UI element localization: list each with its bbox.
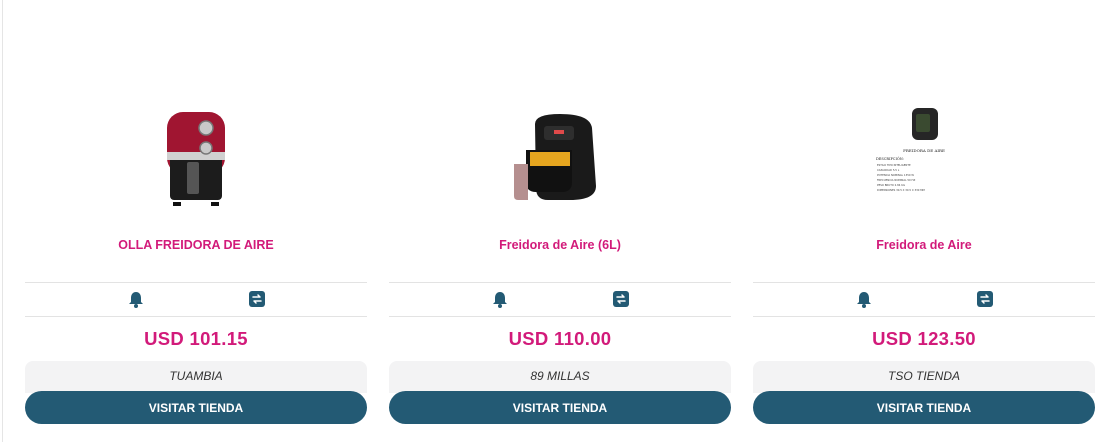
product-price: USD 101.15 (144, 328, 248, 349)
spec-subheading: DESCRIPCIÓN: (876, 156, 904, 161)
product-actions (389, 282, 731, 317)
product-title[interactable]: Freidora de Aire (6L) (389, 238, 731, 252)
product-grid: OLLA FREIDORA DE AIRE USD 101.15 TUAMBIA… (25, 0, 1095, 442)
store-name-box: TSO TIENDA (753, 361, 1095, 393)
air-fryer-spec-sheet-image: FREIDORA DE AIRE DESCRIPCIÓN: ESTILO TIP… (874, 103, 974, 212)
visit-store-button[interactable]: VISITAR TIENDA (389, 391, 731, 424)
compare-icon[interactable] (613, 291, 629, 307)
spec-bullet: PESO BRUTO 2.84 KG (877, 183, 905, 187)
product-image[interactable]: FREIDORA DE AIRE DESCRIPCIÓN: ESTILO TIP… (753, 95, 1095, 220)
product-title[interactable]: OLLA FREIDORA DE AIRE (25, 238, 367, 252)
product-image[interactable] (25, 95, 367, 220)
product-card: OLLA FREIDORA DE AIRE USD 101.15 TUAMBIA… (25, 0, 367, 442)
red-air-fryer-image (167, 111, 225, 206)
product-card: Freidora de Aire (6L) USD 110.00 89 MILL… (389, 0, 731, 442)
spec-bullet: DIMENSIONES 30.5 X 30.5 X 330 MM (877, 188, 925, 192)
black-air-fryer-image (514, 113, 596, 200)
bell-icon[interactable] (128, 291, 144, 308)
store-name: TUAMBIA (169, 369, 223, 383)
product-title[interactable]: Freidora de Aire (753, 238, 1095, 252)
product-actions (25, 282, 367, 317)
product-price: USD 123.50 (872, 328, 976, 349)
store-name-box: 89 MILLAS (389, 361, 731, 393)
visit-store-button[interactable]: VISITAR TIENDA (753, 391, 1095, 424)
compare-icon[interactable] (977, 291, 993, 307)
store-name-box: TUAMBIA (25, 361, 367, 393)
product-price: USD 110.00 (508, 328, 612, 349)
bell-icon[interactable] (856, 291, 872, 308)
spec-bullet: FRECUENCIA NOMINAL 50 HZ (877, 178, 915, 182)
compare-icon[interactable] (249, 291, 265, 307)
product-card: FREIDORA DE AIRE DESCRIPCIÓN: ESTILO TIP… (753, 0, 1095, 442)
product-actions (753, 282, 1095, 317)
spec-bullet: CAPACIDAD 5.5 L (877, 168, 900, 172)
page-left-border (2, 0, 3, 442)
store-name: TSO TIENDA (887, 369, 960, 383)
spec-bullet: POTENCIA NOMINAL 1350 W (877, 173, 914, 177)
bell-icon[interactable] (492, 291, 508, 308)
store-name: 89 MILLAS (530, 369, 590, 383)
product-image[interactable] (389, 95, 731, 220)
visit-store-button[interactable]: VISITAR TIENDA (25, 391, 367, 424)
spec-heading: FREIDORA DE AIRE (903, 148, 945, 153)
spec-bullet: ESTILO TIPO INTELIGENTE (877, 163, 911, 167)
